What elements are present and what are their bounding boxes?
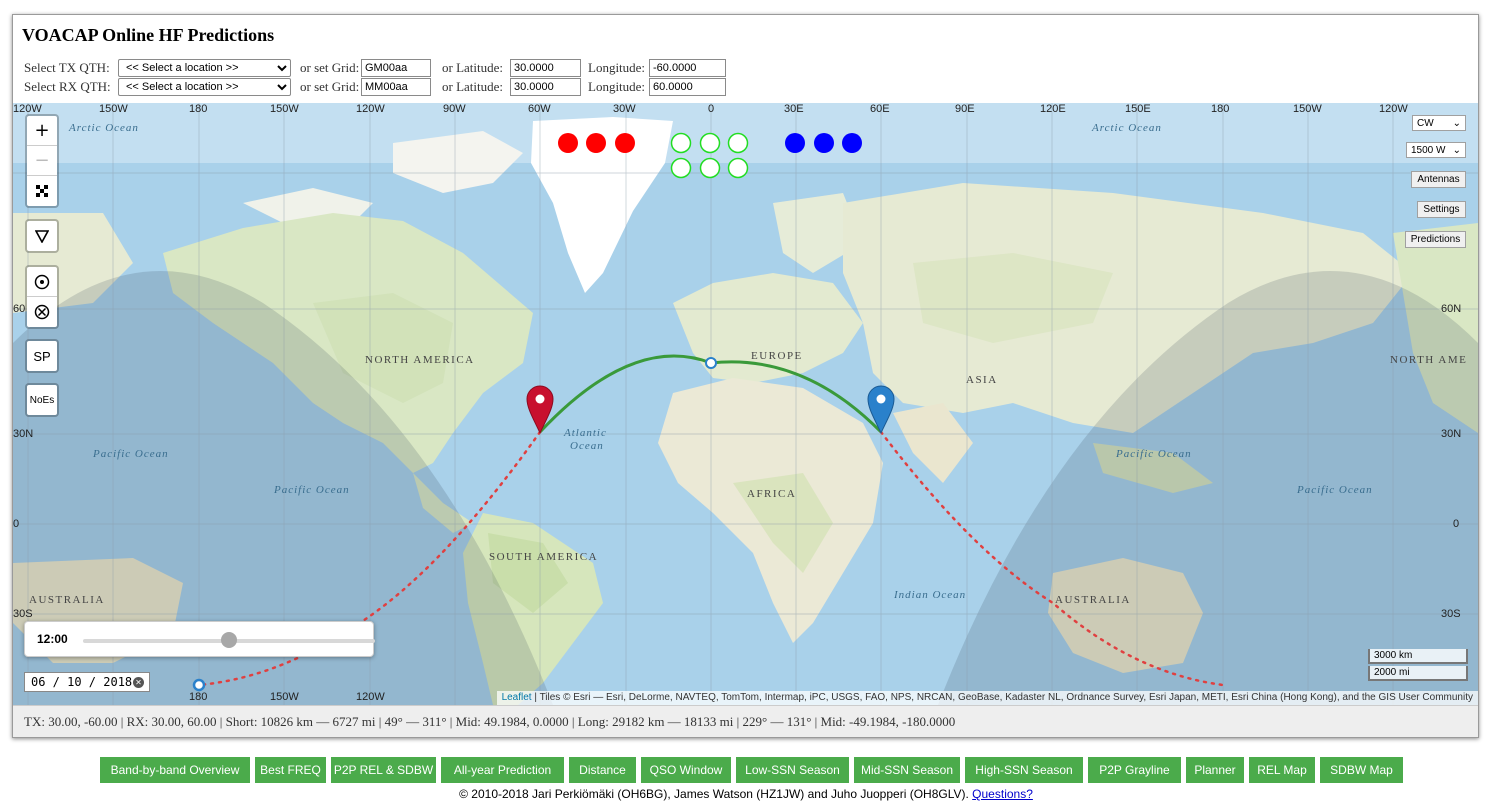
- rx-grid-input[interactable]: [361, 78, 431, 96]
- nav-bar: Band-by-band Overview Best FREQ P2P REL & …: [0, 757, 1492, 783]
- green-indicator: [699, 132, 721, 154]
- predictions-button[interactable]: Predictions: [1405, 231, 1466, 248]
- time-label: 12:00: [37, 632, 68, 646]
- nav-button-high-ssn-season[interactable]: High-SSN Season: [965, 757, 1083, 783]
- date-input[interactable]: 06 / 10 / 2018 ✕: [24, 672, 150, 692]
- mode-value: CW: [1417, 117, 1434, 129]
- green-indicator: [727, 157, 749, 179]
- world-map[interactable]: 120W 150W 180 150W 120W 90W 60W 30W 0 30E 60E 90E 12…: [13, 103, 1478, 705]
- page-title: VOACAP Online HF Predictions: [22, 25, 275, 45]
- center-button[interactable]: [27, 267, 57, 297]
- rx-grid-label: or set Grid:: [300, 79, 360, 94]
- nav-button-sdbw-map[interactable]: SDBW Map: [1320, 757, 1403, 783]
- clear-button[interactable]: [27, 297, 57, 327]
- fullscreen-button[interactable]: [27, 176, 57, 206]
- nav-button-qso-window[interactable]: QSO Window: [641, 757, 731, 783]
- red-indicator: [586, 133, 606, 153]
- green-indicator: [727, 132, 749, 154]
- nav-button-band-by-band-overview[interactable]: Band-by-band Overview: [100, 757, 250, 783]
- sp-control: SP: [25, 339, 59, 373]
- clear-date-icon[interactable]: ✕: [133, 677, 144, 688]
- band-indicators: [558, 132, 862, 179]
- rx-qth-row: Select RX QTH: << Select a location >> o…: [24, 77, 726, 97]
- rx-lon-label: Longitude:: [588, 79, 646, 94]
- footer: © 2010-2018 Jari Perkiömäki (OH6BG), Jam…: [0, 787, 1492, 801]
- green-indicator: [699, 157, 721, 179]
- rx-lon-input[interactable]: [649, 78, 726, 96]
- zoom-control: + −: [25, 114, 59, 208]
- map-attribution: Leaflet | Tiles © Esri — Esri, DeLorme, …: [496, 691, 1478, 705]
- noes-control: NoEs: [25, 383, 59, 417]
- rx-lat-label: or Latitude:: [442, 79, 504, 94]
- zoom-in-button[interactable]: +: [27, 116, 57, 146]
- power-select[interactable]: 1500 W ⌄: [1406, 142, 1466, 158]
- tx-lat-label: or Latitude:: [442, 60, 504, 75]
- cross-circle-icon: [34, 304, 50, 320]
- rx-qth-label: Select RX QTH:: [24, 79, 111, 94]
- mode-select[interactable]: CW ⌄: [1412, 115, 1466, 131]
- nav-button-distance[interactable]: Distance: [569, 757, 636, 783]
- power-value: 1500 W: [1411, 144, 1446, 156]
- time-slider-box: 12:00: [24, 621, 375, 657]
- marker-control: [25, 265, 59, 329]
- green-indicator: [670, 132, 692, 154]
- nav-button-rel-map[interactable]: REL Map: [1249, 757, 1315, 783]
- nav-button-p2p-rel-sdbw[interactable]: P2P REL & SDBW: [331, 757, 436, 783]
- rx-location-select[interactable]: << Select a location >>: [118, 78, 291, 96]
- rx-lat-input[interactable]: [510, 78, 581, 96]
- scale-mi: 2000 mi: [1368, 666, 1468, 681]
- date-value: 06 / 10 / 2018: [31, 675, 133, 689]
- noes-button[interactable]: NoEs: [27, 385, 57, 415]
- tx-lon-input[interactable]: [649, 59, 726, 77]
- time-slider-handle[interactable]: [221, 632, 237, 648]
- chevron-down-icon: ⌄: [1452, 144, 1461, 156]
- red-indicator: [558, 133, 578, 153]
- nav-button-low-ssn-season[interactable]: Low-SSN Season: [736, 757, 849, 783]
- target-icon: [34, 274, 50, 289]
- fullscreen-icon: [36, 185, 48, 197]
- zoom-out-button[interactable]: −: [27, 146, 57, 176]
- nav-button-best-freq[interactable]: Best FREQ: [255, 757, 326, 783]
- tx-location-select[interactable]: << Select a location >>: [118, 59, 291, 77]
- antennas-button[interactable]: Antennas: [1411, 171, 1466, 188]
- triangle-control: [25, 219, 59, 253]
- leaflet-link[interactable]: Leaflet: [502, 692, 532, 703]
- nav-button-mid-ssn-season[interactable]: Mid-SSN Season: [854, 757, 960, 783]
- tx-grid-input[interactable]: [361, 59, 431, 77]
- nav-button-all-year-prediction[interactable]: All-year Prediction: [441, 757, 564, 783]
- red-indicator: [615, 133, 635, 153]
- tx-qth-row: Select TX QTH: << Select a location >> o…: [24, 58, 726, 78]
- triangle-button[interactable]: [27, 221, 57, 251]
- nav-button-p2p-grayline[interactable]: P2P Grayline: [1088, 757, 1181, 783]
- blue-indicator: [814, 133, 834, 153]
- footer-copyright: © 2010-2018 Jari Perkiömäki (OH6BG), Jam…: [459, 787, 969, 801]
- scale-km: 3000 km: [1368, 649, 1468, 664]
- chevron-down-icon: ⌄: [1452, 117, 1461, 129]
- attribution-text: | Tiles © Esri — Esri, DeLorme, NAVTEQ, …: [531, 692, 1473, 703]
- nav-button-planner[interactable]: Planner: [1186, 757, 1244, 783]
- triangle-down-icon: [35, 230, 49, 243]
- questions-link[interactable]: Questions?: [972, 787, 1033, 801]
- settings-button[interactable]: Settings: [1417, 201, 1466, 218]
- tx-grid-label: or set Grid:: [300, 60, 360, 75]
- sp-button[interactable]: SP: [27, 341, 57, 371]
- tx-qth-label: Select TX QTH:: [24, 60, 110, 75]
- tx-lon-label: Longitude:: [588, 60, 646, 75]
- main-panel: VOACAP Online HF Predictions Select TX Q…: [12, 14, 1479, 738]
- status-bar: TX: 30.00, -60.00 | RX: 30.00, 60.00 | S…: [13, 705, 1478, 737]
- blue-indicator: [842, 133, 862, 153]
- green-indicator: [670, 157, 692, 179]
- blue-indicator: [785, 133, 805, 153]
- tx-lat-input[interactable]: [510, 59, 581, 77]
